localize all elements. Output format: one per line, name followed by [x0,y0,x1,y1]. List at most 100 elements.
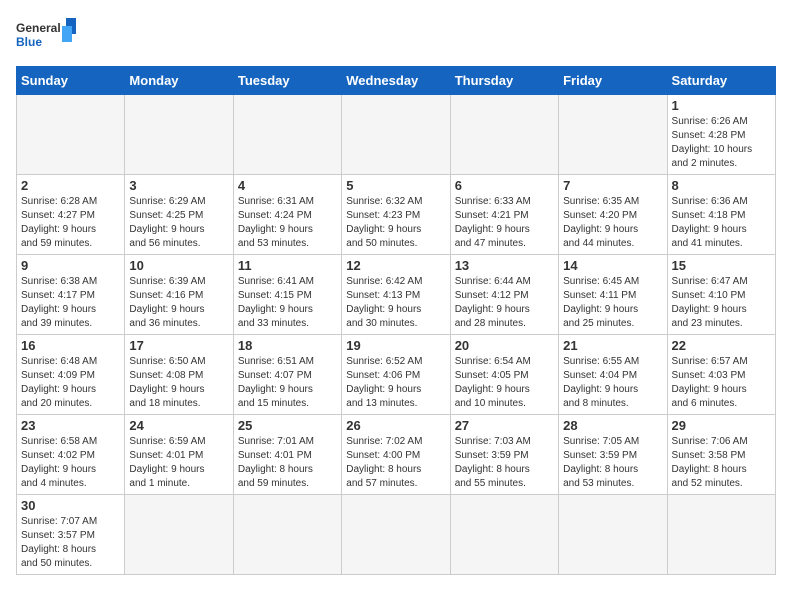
column-header-saturday: Saturday [667,67,775,95]
calendar-week-2: 2 Sunrise: 6:28 AM Sunset: 4:27 PM Daylig… [17,175,776,255]
day-number: 20 [455,338,554,353]
calendar-week-5: 23 Sunrise: 6:58 AM Sunset: 4:02 PM Dayli… [17,415,776,495]
column-header-tuesday: Tuesday [233,67,341,95]
calendar-cell: 22 Sunrise: 6:57 AM Sunset: 4:03 PM Dayli… [667,335,775,415]
calendar-cell [125,495,233,575]
day-info: Sunrise: 7:05 AM Sunset: 3:59 PM Dayligh… [563,435,662,491]
day-number: 30 [21,498,120,513]
day-info: Sunrise: 6:36 AM Sunset: 4:18 PM Dayligh… [672,195,771,251]
day-number: 26 [346,418,445,433]
logo: General Blue [16,16,76,56]
calendar-cell: 21Sunrise: 6:55 AM Sunset: 4:04 PM Dayli… [559,335,667,415]
day-number: 29 [672,418,771,433]
calendar-cell: 15Sunrise: 6:47 AM Sunset: 4:10 PM Dayli… [667,255,775,335]
day-number: 5 [346,178,445,193]
day-number: 3 [129,178,228,193]
svg-text:General: General [16,21,61,35]
day-number: 6 [455,178,554,193]
day-number: 23 [21,418,120,433]
calendar-cell [233,95,341,175]
calendar-cell: 16 Sunrise: 6:48 AM Sunset: 4:09 PM Dayli… [17,335,125,415]
day-info: Sunrise: 6:58 AM Sunset: 4:02 PM Dayligh… [21,435,120,491]
day-info: Sunrise: 6:44 AM Sunset: 4:12 PM Dayligh… [455,275,554,331]
column-header-friday: Friday [559,67,667,95]
calendar-cell: 8 Sunrise: 6:36 AM Sunset: 4:18 PM Daylig… [667,175,775,255]
calendar-table: SundayMondayTuesdayWednesdayThursdayFrid… [16,66,776,575]
day-number: 22 [672,338,771,353]
day-info: Sunrise: 6:51 AM Sunset: 4:07 PM Dayligh… [238,355,337,411]
calendar-cell: 10Sunrise: 6:39 AM Sunset: 4:16 PM Dayli… [125,255,233,335]
day-number: 1 [672,98,771,113]
day-info: Sunrise: 6:41 AM Sunset: 4:15 PM Dayligh… [238,275,337,331]
calendar-cell [450,95,558,175]
calendar-cell [342,95,450,175]
calendar-cell: 24Sunrise: 6:59 AM Sunset: 4:01 PM Dayli… [125,415,233,495]
column-header-monday: Monday [125,67,233,95]
day-number: 16 [21,338,120,353]
day-info: Sunrise: 6:59 AM Sunset: 4:01 PM Dayligh… [129,435,228,491]
day-number: 25 [238,418,337,433]
day-info: Sunrise: 6:28 AM Sunset: 4:27 PM Dayligh… [21,195,120,251]
day-info: Sunrise: 6:39 AM Sunset: 4:16 PM Dayligh… [129,275,228,331]
calendar-cell [17,95,125,175]
day-number: 7 [563,178,662,193]
day-info: Sunrise: 6:57 AM Sunset: 4:03 PM Dayligh… [672,355,771,411]
day-number: 17 [129,338,228,353]
day-number: 12 [346,258,445,273]
day-number: 8 [672,178,771,193]
calendar-cell: 14 Sunrise: 6:45 AM Sunset: 4:11 PM Dayli… [559,255,667,335]
day-info: Sunrise: 6:35 AM Sunset: 4:20 PM Dayligh… [563,195,662,251]
calendar-cell: 18 Sunrise: 6:51 AM Sunset: 4:07 PM Dayli… [233,335,341,415]
calendar-week-1: 1 Sunrise: 6:26 AM Sunset: 4:28 PM Daylig… [17,95,776,175]
day-number: 19 [346,338,445,353]
day-number: 13 [455,258,554,273]
calendar-cell: 17 Sunrise: 6:50 AM Sunset: 4:08 PM Dayli… [125,335,233,415]
day-info: Sunrise: 6:26 AM Sunset: 4:28 PM Dayligh… [672,115,771,171]
day-number: 27 [455,418,554,433]
day-info: Sunrise: 7:06 AM Sunset: 3:58 PM Dayligh… [672,435,771,491]
day-info: Sunrise: 6:42 AM Sunset: 4:13 PM Dayligh… [346,275,445,331]
day-info: Sunrise: 7:07 AM Sunset: 3:57 PM Dayligh… [21,515,120,571]
day-info: Sunrise: 7:03 AM Sunset: 3:59 PM Dayligh… [455,435,554,491]
calendar-cell: 29 Sunrise: 7:06 AM Sunset: 3:58 PM Dayli… [667,415,775,495]
day-number: 18 [238,338,337,353]
column-header-wednesday: Wednesday [342,67,450,95]
calendar-cell: 7 Sunrise: 6:35 AM Sunset: 4:20 PM Daylig… [559,175,667,255]
calendar-cell: 11Sunrise: 6:41 AM Sunset: 4:15 PM Dayli… [233,255,341,335]
column-header-sunday: Sunday [17,67,125,95]
day-number: 21 [563,338,662,353]
day-info: Sunrise: 6:29 AM Sunset: 4:25 PM Dayligh… [129,195,228,251]
calendar-header-row: SundayMondayTuesdayWednesdayThursdayFrid… [17,67,776,95]
day-number: 2 [21,178,120,193]
day-info: Sunrise: 6:32 AM Sunset: 4:23 PM Dayligh… [346,195,445,251]
calendar-cell: 28 Sunrise: 7:05 AM Sunset: 3:59 PM Dayli… [559,415,667,495]
calendar-week-3: 9Sunrise: 6:38 AM Sunset: 4:17 PM Daylig… [17,255,776,335]
calendar-cell: 30 Sunrise: 7:07 AM Sunset: 3:57 PM Dayli… [17,495,125,575]
day-number: 9 [21,258,120,273]
day-info: Sunrise: 6:45 AM Sunset: 4:11 PM Dayligh… [563,275,662,331]
calendar-cell: 12 Sunrise: 6:42 AM Sunset: 4:13 PM Dayli… [342,255,450,335]
calendar-cell [233,495,341,575]
day-info: Sunrise: 6:33 AM Sunset: 4:21 PM Dayligh… [455,195,554,251]
day-number: 4 [238,178,337,193]
calendar-cell: 26Sunrise: 7:02 AM Sunset: 4:00 PM Dayli… [342,415,450,495]
day-info: Sunrise: 6:48 AM Sunset: 4:09 PM Dayligh… [21,355,120,411]
calendar-cell: 6 Sunrise: 6:33 AM Sunset: 4:21 PM Daylig… [450,175,558,255]
calendar-cell: 27 Sunrise: 7:03 AM Sunset: 3:59 PM Dayli… [450,415,558,495]
day-number: 28 [563,418,662,433]
calendar-week-6: 30 Sunrise: 7:07 AM Sunset: 3:57 PM Dayli… [17,495,776,575]
calendar-cell: 13 Sunrise: 6:44 AM Sunset: 4:12 PM Dayli… [450,255,558,335]
calendar-cell: 20 Sunrise: 6:54 AM Sunset: 4:05 PM Dayli… [450,335,558,415]
day-info: Sunrise: 6:52 AM Sunset: 4:06 PM Dayligh… [346,355,445,411]
calendar-cell [450,495,558,575]
day-info: Sunrise: 6:50 AM Sunset: 4:08 PM Dayligh… [129,355,228,411]
day-number: 14 [563,258,662,273]
page-header: General Blue [16,16,776,56]
calendar-cell: 19 Sunrise: 6:52 AM Sunset: 4:06 PM Dayli… [342,335,450,415]
calendar-cell: 5 Sunrise: 6:32 AM Sunset: 4:23 PM Daylig… [342,175,450,255]
column-header-thursday: Thursday [450,67,558,95]
day-info: Sunrise: 7:01 AM Sunset: 4:01 PM Dayligh… [238,435,337,491]
day-info: Sunrise: 6:54 AM Sunset: 4:05 PM Dayligh… [455,355,554,411]
logo-svg: General Blue [16,16,76,56]
calendar-cell [667,495,775,575]
